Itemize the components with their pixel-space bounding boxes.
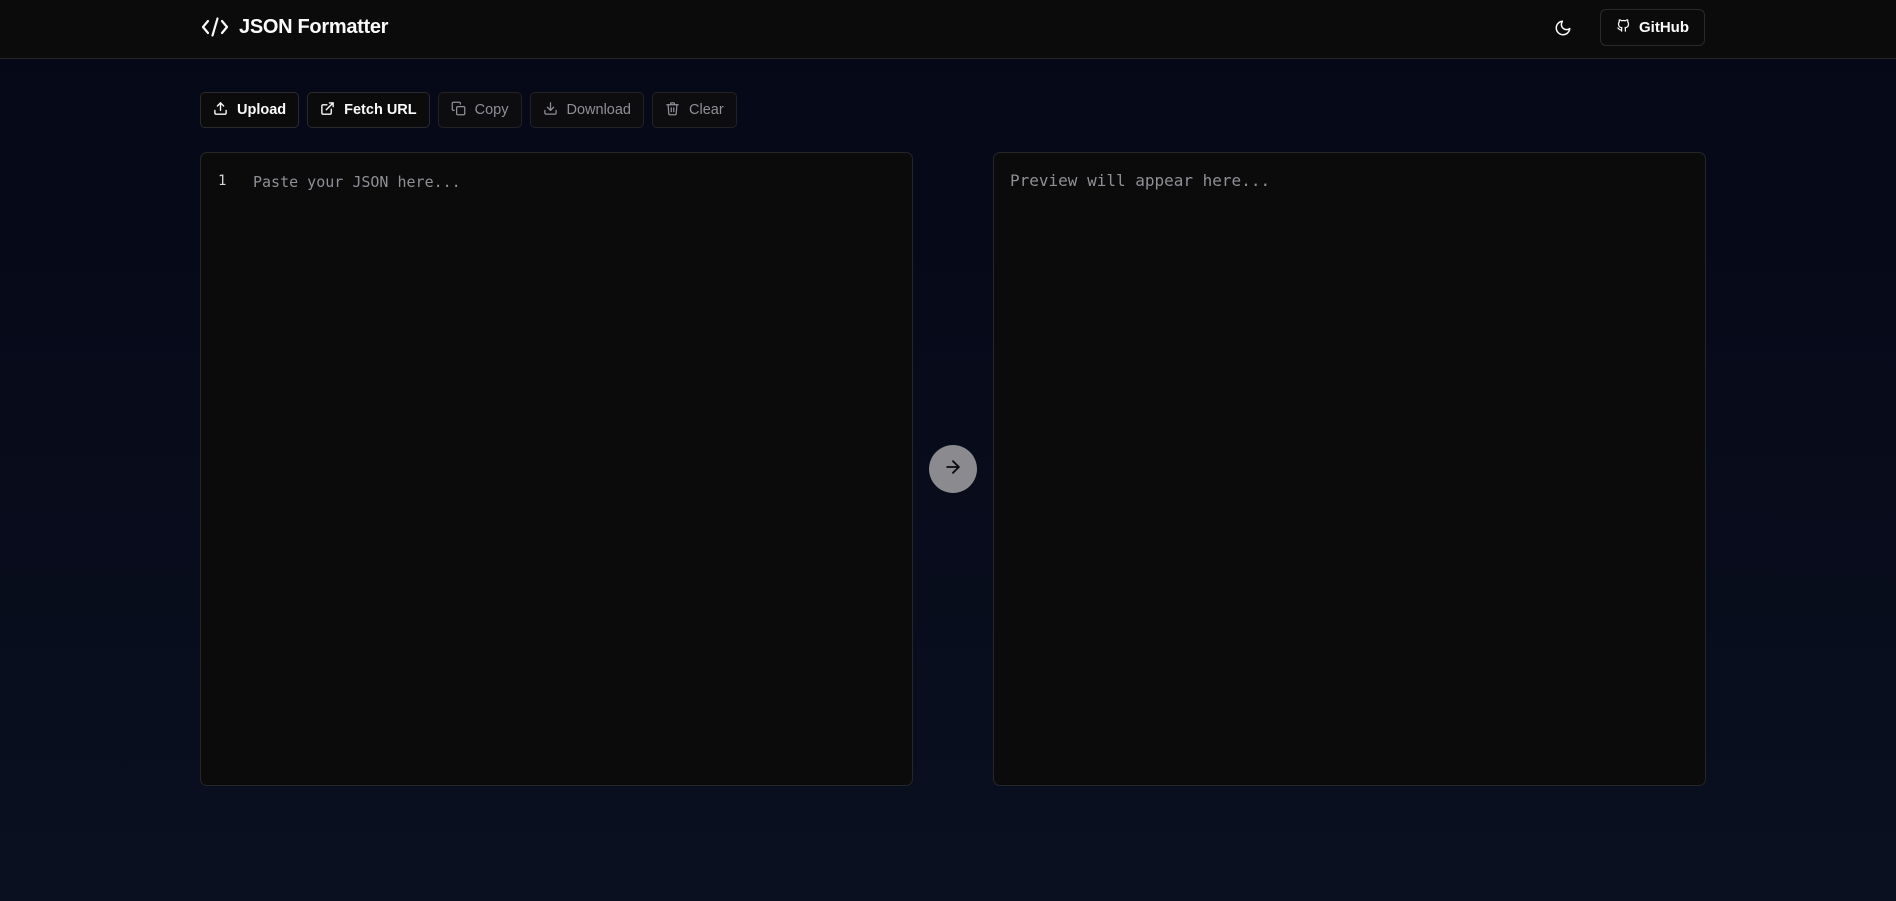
download-icon — [543, 101, 567, 120]
moon-icon — [1554, 19, 1572, 42]
download-label: Download — [566, 102, 632, 118]
theme-toggle-button[interactable] — [1546, 13, 1580, 47]
download-button[interactable]: Download — [529, 92, 644, 128]
upload-label: Upload — [237, 102, 287, 118]
json-editor-panel: 1 — [200, 152, 913, 786]
upload-button[interactable]: Upload — [200, 92, 300, 128]
fetch-url-button[interactable]: Fetch URL — [307, 92, 430, 128]
arrow-right-icon — [943, 457, 963, 482]
preview-panel: Preview will appear here... — [993, 152, 1706, 786]
json-input[interactable] — [253, 171, 893, 767]
toolbar: Upload Fetch URL Copy Download Clear — [200, 92, 737, 128]
app-title: JSON Formatter — [239, 15, 389, 38]
copy-button[interactable]: Copy — [437, 92, 522, 128]
fetch-url-label: Fetch URL — [344, 102, 417, 118]
preview-placeholder: Preview will appear here... — [1010, 171, 1271, 190]
convert-button[interactable] — [929, 445, 977, 493]
clear-button[interactable]: Clear — [652, 92, 737, 128]
brand[interactable]: JSON Formatter — [200, 13, 388, 41]
copy-icon — [451, 101, 475, 120]
trash-icon — [665, 101, 689, 120]
code-brackets-icon — [200, 15, 230, 39]
top-bar: JSON Formatter GitHub — [0, 0, 1896, 59]
github-label: GitHub — [1639, 19, 1689, 36]
external-link-icon — [320, 101, 344, 120]
copy-label: Copy — [474, 102, 509, 118]
upload-icon — [213, 101, 237, 120]
clear-label: Clear — [689, 102, 724, 118]
line-number: 1 — [218, 173, 227, 189]
github-icon — [1616, 18, 1639, 37]
github-button[interactable]: GitHub — [1600, 9, 1705, 46]
